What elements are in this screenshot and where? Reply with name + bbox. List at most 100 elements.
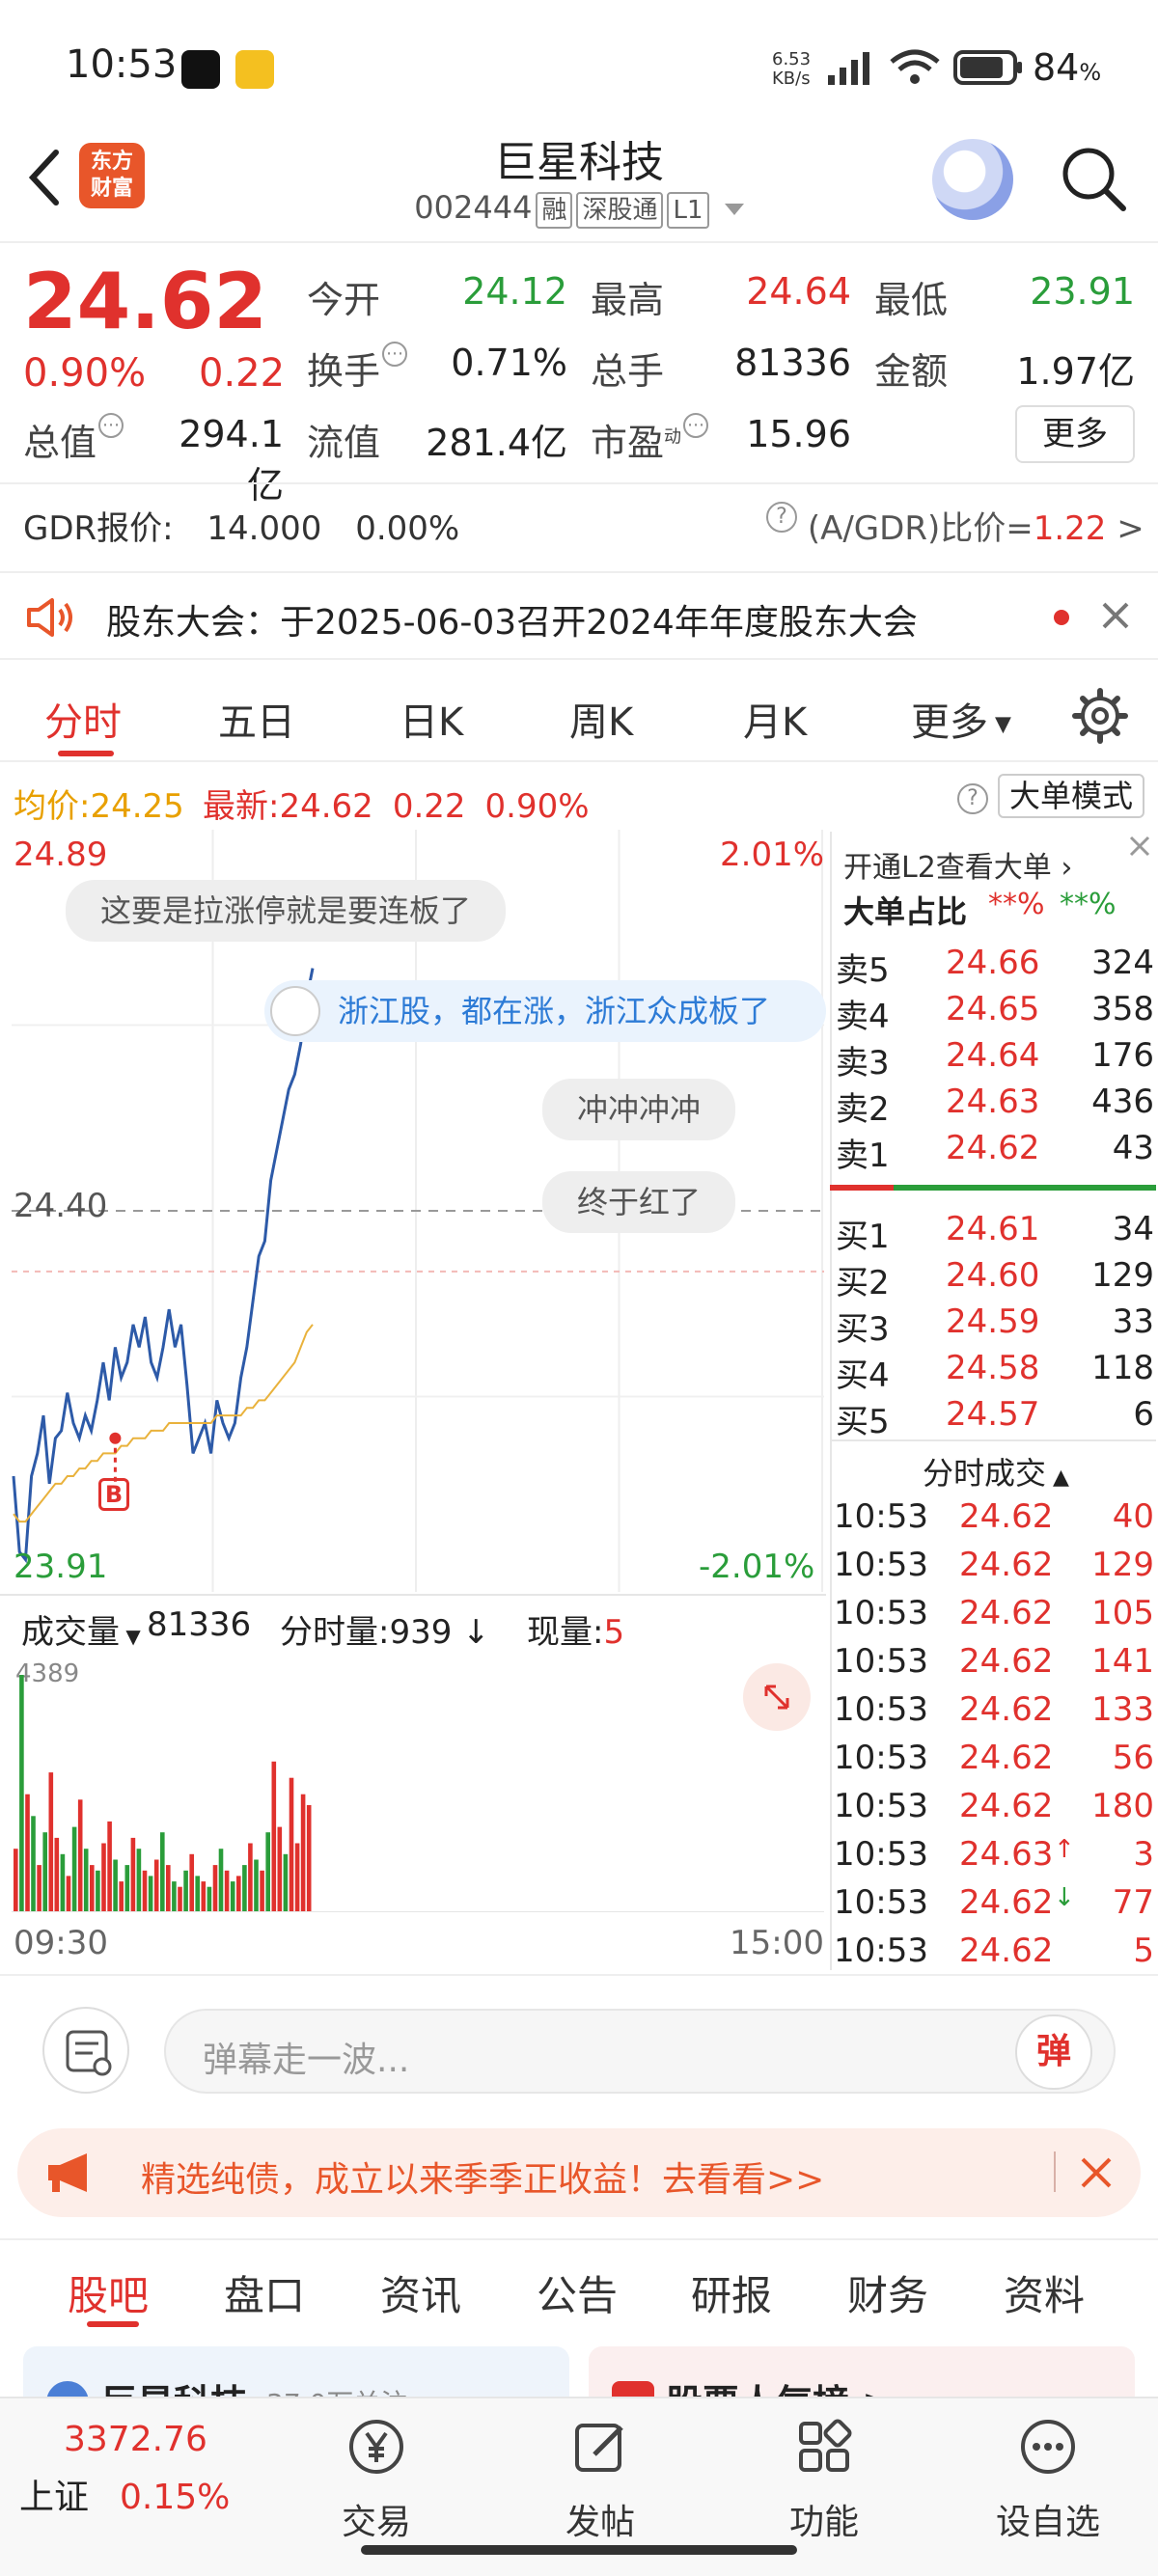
battery-level: 84% [1033,46,1102,89]
tag-level: L1 [667,192,709,229]
volume-selector[interactable]: 成交量 ▼ [21,1605,141,1653]
tab-daily-k[interactable]: 日K [400,691,463,747]
stock-header: 东方 财富 巨星科技 002444 融深股通 L1 [0,125,1158,241]
tick-price: 24.62 [959,1546,1054,1584]
level-label: 买4 [836,1357,890,1395]
volume-header: 成交量 ▼ 81336 分时量:939 ↓ 现量:5 [0,1594,826,1652]
level-volume: 43 [1112,1129,1154,1167]
volume-bar [37,1865,41,1912]
volume-bar [83,1849,89,1912]
chart-bottom-pct: -2.01% [699,1548,815,1586]
volume-bar [48,1772,54,1912]
ask-row[interactable]: 卖1 24.62 43 [830,1129,1156,1175]
bid-row[interactable]: 买2 24.60 129 [830,1256,1156,1302]
volume-bar [224,1870,230,1912]
help-icon[interactable]: ? [957,783,988,814]
tab-research[interactable]: 研报 [691,2263,772,2322]
search-icon[interactable] [1060,145,1127,212]
volume-bar [218,1849,224,1912]
nav-post[interactable]: 发帖 [523,2416,677,2544]
volume-bar [201,1881,207,1912]
more-quote-button[interactable]: 更多 [1015,405,1135,463]
index-ticker[interactable]: 3372.76 上证 0.15% [19,2420,251,2519]
buy-marker-icon[interactable]: B [98,1478,129,1511]
notice-bar[interactable]: 股东大会：于2025-06-03召开2024年年度股东大会 [0,571,1158,660]
tab-announcement[interactable]: 公告 [537,2263,618,2322]
volume-bar [42,1832,47,1912]
settings-gear-icon[interactable] [1071,687,1129,745]
volume-bar [254,1859,259,1912]
ticks-title[interactable]: 分时成交 ▲ [923,1449,1069,1494]
level-price: 24.60 [946,1256,1040,1295]
volume-bar [54,1837,60,1912]
gdr-ratio[interactable]: ? (A/GDR)比价=1.22 > [764,502,1144,549]
bid-row[interactable]: 买1 24.61 34 [830,1210,1156,1256]
tab-5day[interactable]: 五日 [218,691,295,747]
tab-intraday[interactable]: 分时 [44,691,122,747]
turnover-label[interactable]: 换手 ⋯ [307,342,408,395]
chart-bottom-price: 23.91 [14,1548,108,1586]
tick-price: 24.62 [959,1497,1054,1536]
tick-volume: 105 [1091,1594,1154,1632]
ask-row[interactable]: 卖5 24.66 324 [830,944,1156,990]
send-danmu-button[interactable]: 弹 [1015,2014,1092,2090]
tab-profile[interactable]: 资料 [1004,2263,1085,2322]
low-label: 最低 [874,279,949,321]
volume-bar [207,1886,212,1912]
tab-news[interactable]: 资讯 [380,2263,461,2322]
ask-row[interactable]: 卖4 24.65 358 [830,990,1156,1036]
tick-time: 10:53 [834,1787,928,1825]
chart-tabs: 分时 五日 日K 周K 月K 更多 ▼ [0,675,1158,762]
danmu-input[interactable]: 弹幕走一波... 弹 [164,2009,1116,2094]
volume-bar [136,1849,142,1912]
tab-orderbook[interactable]: 盘口 [224,2263,305,2322]
tab-finance[interactable]: 财务 [847,2263,928,2322]
close-icon[interactable] [1125,832,1154,861]
tab-weekly-k[interactable]: 周K [569,691,633,747]
volume-bar [300,1794,306,1912]
nav-trade[interactable]: 交易 [299,2416,454,2544]
high-label: 最高 [591,279,665,321]
tab-forum[interactable]: 股吧 [68,2263,149,2322]
level-label: 卖3 [836,1044,890,1082]
ask-row[interactable]: 卖3 24.64 176 [830,1036,1156,1082]
danmu-settings-icon[interactable] [42,2007,129,2094]
tab-more[interactable]: 更多 ▼ [911,691,1011,747]
tab-monthly-k[interactable]: 月K [743,691,807,747]
tick-volume: 40 [1112,1497,1154,1536]
tick-volume: 133 [1091,1690,1154,1729]
forum-card[interactable]: 巨星科技 37.0万关注 > [23,2346,569,2400]
ask-row[interactable]: 卖2 24.63 436 [830,1082,1156,1129]
promo-banner[interactable]: 精选纯债，成立以来季季正收益！去看看>> [17,2128,1141,2217]
latest-row: 最新:24.62 0.22 0.90% [203,787,590,826]
tick-row: 10:53 24.62 5 [830,1932,1156,1978]
popularity-card[interactable]: 股票人气榜 > [589,2346,1135,2400]
amount-label: 金额 [874,350,949,393]
help-icon: ? [766,502,797,533]
bid-row[interactable]: 买3 24.59 33 [830,1302,1156,1349]
cards-row: 巨星科技 37.0万关注 > 股票人气榜 > [0,2343,1158,2400]
close-icon[interactable] [1079,2155,1114,2190]
stock-code: 002444 [414,189,533,226]
tick-time: 10:53 [834,1546,928,1584]
close-icon[interactable] [1100,600,1131,631]
bid-row[interactable]: 买4 24.58 118 [830,1349,1156,1395]
bid-row[interactable]: 买5 24.57 6 [830,1395,1156,1441]
level-price: 24.65 [946,990,1040,1028]
status-time: 10:53 [66,42,178,87]
nav-functions[interactable]: 功能 [747,2416,901,2544]
l2-link[interactable]: 开通L2查看大单 › [843,843,1072,886]
assistant-robot-icon[interactable] [932,139,1013,220]
pe-label[interactable]: 市盈动⋯ [591,413,709,466]
intraday-chart[interactable]: 24.89 2.01% 24.40 23.91 -2.01% 这要是拉涨停就是要… [12,830,826,1592]
volume-bar [25,1794,30,1912]
level-label: 卖2 [836,1090,890,1129]
signal-icon [828,52,869,85]
volume-bar [283,1853,289,1912]
level-price: 24.63 [946,1082,1040,1121]
mktcap-label[interactable]: 总值 ⋯ [23,413,124,466]
big-order-mode-button[interactable]: 大单模式 [998,774,1145,818]
tick-price: 24.62 [959,1932,1054,1970]
nav-add-watchlist[interactable]: 设自选 [971,2416,1125,2544]
current-volume: 现量:5 [527,1613,625,1652]
